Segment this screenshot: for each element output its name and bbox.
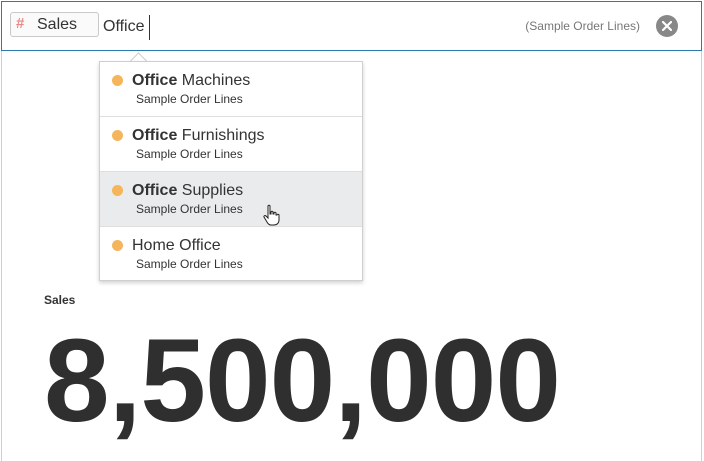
clear-button[interactable] — [656, 15, 678, 37]
suggestion-item[interactable]: Office Machines Sample Order Lines — [100, 62, 362, 117]
dot-icon — [112, 240, 123, 251]
suggestion-item[interactable]: Office Supplies Sample Order Lines — [100, 172, 362, 227]
suggestion-item[interactable]: Home Office Sample Order Lines — [100, 227, 362, 282]
suggestion-source: Sample Order Lines — [136, 147, 243, 161]
dot-icon — [112, 130, 123, 141]
clear-icon — [662, 21, 672, 31]
token-label: Sales — [37, 16, 78, 33]
text-caret — [149, 15, 150, 40]
suggestion-label: Office Machines — [132, 72, 251, 89]
suggestion-source: Sample Order Lines — [136, 92, 243, 106]
suggestion-source: Sample Order Lines — [136, 257, 243, 271]
dot-icon — [112, 185, 123, 196]
source-hint: (Sample Order Lines) — [525, 19, 640, 33]
dot-icon — [112, 75, 123, 86]
suggestion-dropdown: Office Machines Sample Order Lines Offic… — [99, 61, 363, 281]
suggestion-source: Sample Order Lines — [136, 202, 243, 216]
hand-cursor-icon — [263, 204, 280, 226]
search-input[interactable]: Office — [103, 18, 145, 36]
suggestion-label: Office Supplies — [132, 182, 244, 199]
kpi-label: Sales — [44, 293, 76, 307]
suggestion-label: Home Office — [132, 237, 221, 254]
search-bar[interactable]: # Sales Office (Sample Order Lines) — [1, 1, 702, 51]
suggestion-item[interactable]: Office Furnishings Sample Order Lines — [100, 117, 362, 172]
sales-token[interactable]: # Sales — [10, 12, 99, 37]
suggestion-label: Office Furnishings — [132, 127, 265, 144]
hash-icon: # — [16, 15, 25, 32]
kpi-value: 8,500,000 — [44, 315, 561, 447]
